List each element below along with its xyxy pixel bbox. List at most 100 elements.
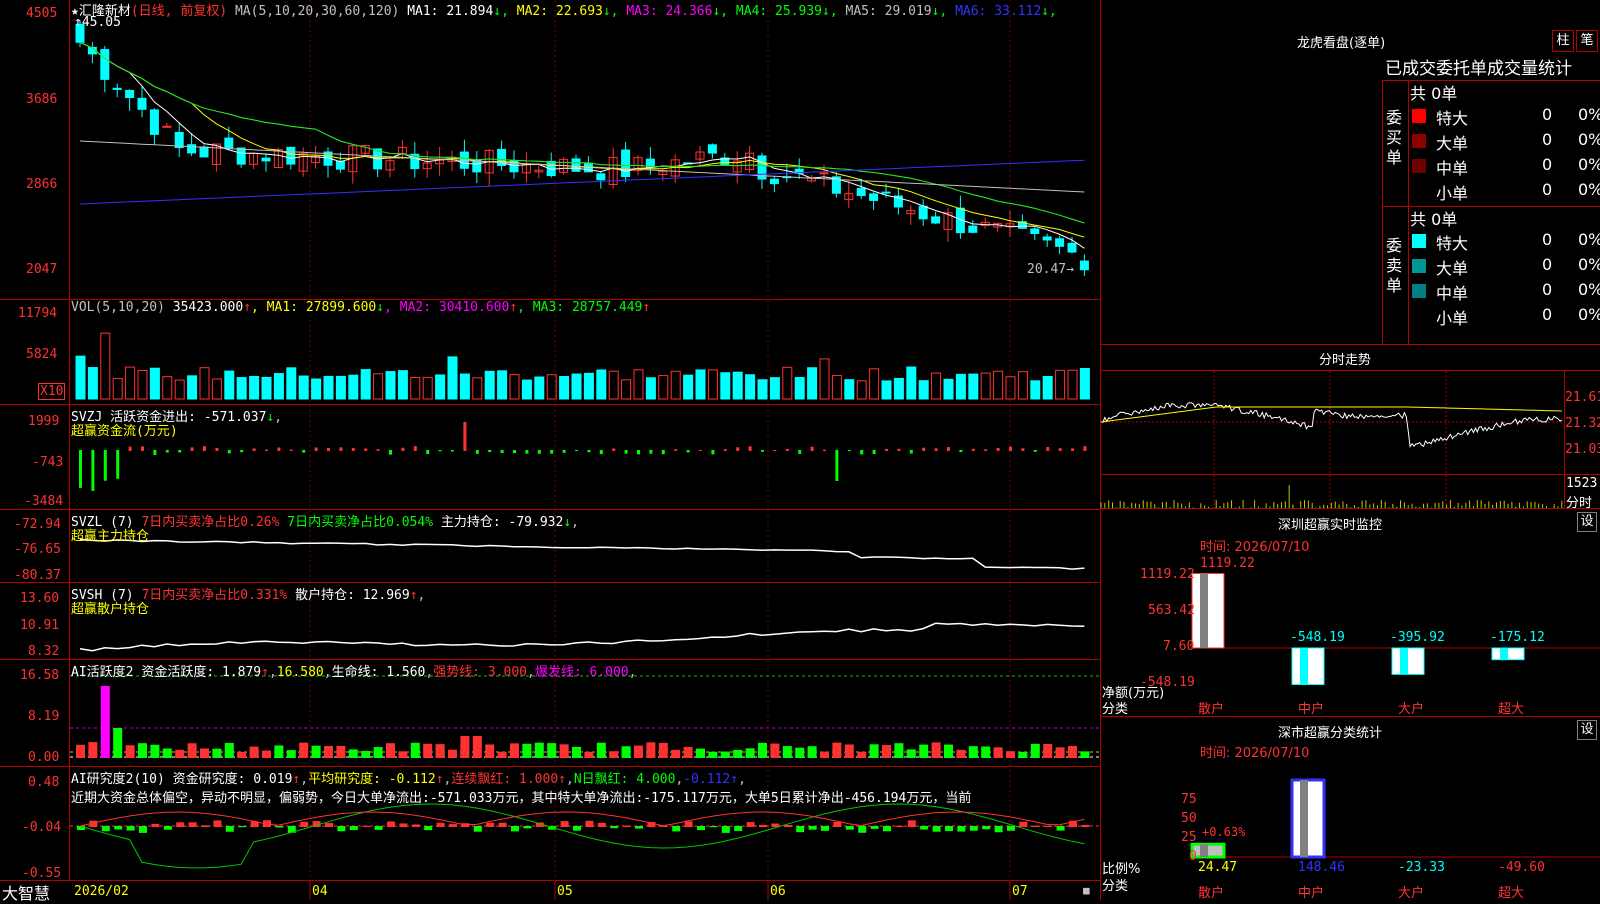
flow-bar — [810, 446, 814, 451]
flow-bar — [587, 450, 591, 453]
date-label-3: 05 — [557, 884, 573, 899]
flow-bar — [438, 450, 442, 452]
candle-body — [137, 97, 147, 110]
volume-bar — [993, 370, 1004, 400]
flow-bar — [91, 450, 95, 491]
flow-bar — [178, 450, 182, 453]
activity-bar — [733, 749, 743, 758]
research-bar — [635, 826, 643, 829]
volume-bar — [236, 377, 247, 400]
activity-bar — [1043, 743, 1053, 758]
ai-research-header: AI研究度2(10) 资金研究度: 0.019↑,平均研究度: -0.112↑,… — [71, 772, 746, 787]
flow-bar — [959, 450, 963, 453]
row-pct: 0% — [1578, 280, 1600, 299]
research-bar — [449, 824, 457, 827]
sz-monitor-title: 深圳超赢实时监控 — [1278, 518, 1383, 533]
volume-bar — [87, 367, 98, 400]
candle-body — [1055, 238, 1065, 247]
activity-bar — [373, 747, 383, 758]
candle-body — [1030, 228, 1040, 235]
volume-bar — [199, 367, 210, 400]
activity-bar — [348, 749, 358, 758]
flow-bar — [227, 450, 231, 454]
activity-bar — [720, 751, 730, 758]
activity-bar — [224, 742, 234, 758]
ma-params: MA(5,10,20,30,60,120) — [234, 4, 400, 19]
research-bar — [151, 823, 160, 827]
activity-bar — [1018, 751, 1028, 758]
research-bar — [610, 826, 619, 829]
activity-bar — [770, 743, 780, 758]
research-bar — [486, 822, 495, 827]
sz-monitor-bars — [1191, 572, 1600, 685]
volume-bar — [906, 366, 917, 400]
flow-bar — [302, 450, 306, 453]
flow-bar — [215, 447, 219, 451]
research-bar — [188, 822, 197, 827]
activity-bar — [944, 744, 953, 758]
sz-class-xlabel: 分类 — [1102, 879, 1129, 894]
volume-bar — [211, 378, 222, 400]
date-label-2: 04 — [312, 884, 328, 899]
activity-bar — [311, 745, 321, 758]
volume-bar — [720, 372, 731, 400]
row-label: 小单 — [1436, 309, 1469, 328]
app-logo[interactable]: 大智慧 — [2, 880, 50, 904]
tab-bar-view[interactable]: 柱 — [1552, 30, 1574, 52]
flow-bar — [885, 448, 888, 451]
research-bar — [920, 826, 929, 830]
last-price-label: 20.47→ — [1027, 262, 1074, 277]
research-bar — [759, 824, 767, 827]
row-label: 中单 — [1436, 284, 1469, 303]
ma-value-4: MA4: 25.939 — [728, 4, 823, 19]
volume-bar — [571, 373, 582, 400]
flow-bar — [128, 446, 132, 451]
monitor-category-label: 超大 — [1498, 702, 1525, 717]
class-value-label: -49.60 — [1498, 860, 1545, 875]
flow-bar — [550, 450, 554, 454]
flow-bar — [364, 448, 368, 451]
flow-bar — [339, 447, 343, 451]
activity-bar — [212, 748, 222, 758]
research-bar — [697, 826, 705, 831]
sz-class-time: 时间: 2026/07/10 — [1200, 746, 1310, 761]
research-bar — [672, 826, 681, 832]
research-bar — [684, 821, 693, 827]
activity-bar — [472, 736, 482, 758]
candle-body — [149, 109, 159, 135]
lock-icon[interactable]: ■ — [1083, 884, 1090, 897]
volume-bar — [968, 373, 979, 400]
tab-tick-view[interactable]: 笔 — [1576, 30, 1598, 52]
activity-bar — [460, 736, 470, 758]
svzj-tick-3: -3484 — [24, 494, 64, 509]
activity-bar — [993, 747, 1003, 758]
flow-bar — [79, 450, 82, 488]
flow-bar — [389, 450, 392, 455]
ai-tick-3: 0.00 — [28, 750, 60, 765]
ma-value-1: MA1: 21.894 — [407, 4, 494, 19]
flow-bar — [103, 450, 107, 481]
intraday-title[interactable]: 分时走势 — [1319, 349, 1371, 368]
row-label: 大单 — [1436, 134, 1469, 153]
class-category-label: 散户 — [1198, 886, 1225, 901]
ai-active-bars — [76, 686, 1090, 758]
flow-bar — [141, 446, 144, 451]
volume-bar — [75, 355, 86, 400]
svzl-subtitle: 超赢主力持仓 — [71, 529, 150, 544]
activity-bar — [559, 744, 569, 758]
class-category-label: 超大 — [1498, 886, 1525, 901]
color-swatch — [1412, 134, 1426, 148]
activity-bar — [832, 742, 842, 758]
research-bar — [821, 826, 829, 831]
research-bar — [982, 826, 991, 830]
flow-bar — [525, 450, 529, 454]
volume-bar — [980, 372, 991, 400]
sz-monitor-settings-button[interactable]: 设 — [1577, 512, 1597, 532]
row-pct: 0% — [1578, 305, 1600, 324]
price-tick-1: 4505 — [26, 6, 58, 21]
flow-bar — [624, 450, 628, 454]
date-label-5: 07 — [1012, 884, 1028, 899]
activity-bar — [807, 746, 817, 758]
sz-class-settings-button[interactable]: 设 — [1577, 720, 1597, 740]
volume-bars — [75, 332, 1090, 400]
